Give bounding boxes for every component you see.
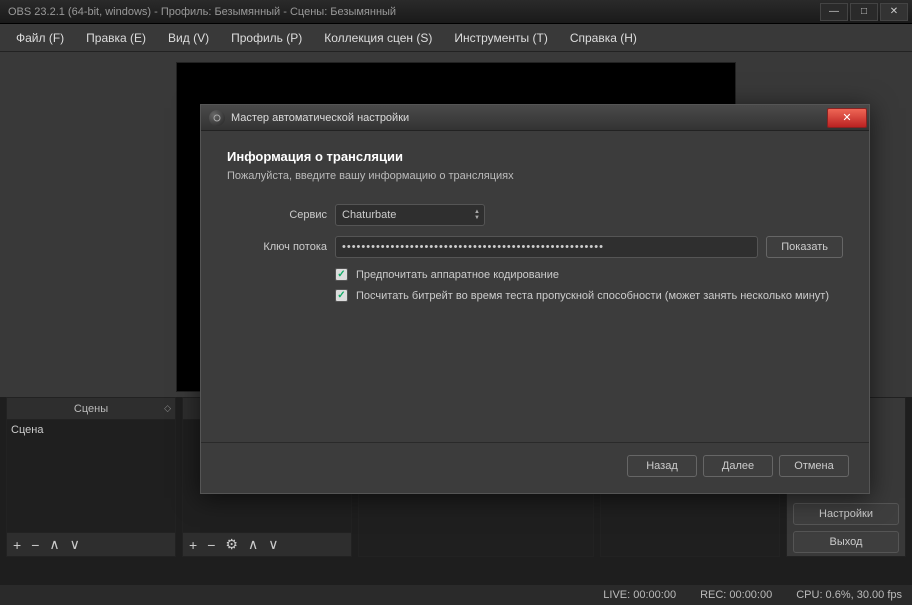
wizard-footer: Назад Далее Отмена	[201, 442, 869, 493]
service-row: Сервис Chaturbate ▲▼	[227, 204, 843, 226]
obs-logo-icon	[209, 110, 225, 126]
service-select[interactable]: Chaturbate ▲▼	[335, 204, 485, 226]
cancel-button[interactable]: Отмена	[779, 455, 849, 477]
minimize-button[interactable]: —	[820, 3, 848, 21]
show-key-button[interactable]: Показать	[766, 236, 843, 258]
dock-scenes-body[interactable]: Сцена	[7, 420, 175, 532]
statusbar: LIVE: 00:00:00 REC: 00:00:00 CPU: 0.6%, …	[0, 585, 912, 605]
close-button[interactable]: ✕	[880, 3, 908, 21]
wizard-title-text: Мастер автоматической настройки	[231, 112, 827, 124]
dock-sources-footer: + − ⚙ ∧ ∨	[183, 532, 351, 556]
remove-scene-button[interactable]: −	[31, 537, 39, 553]
chevron-updown-icon: ▲▼	[474, 209, 480, 221]
stream-key-input[interactable]: ••••••••••••••••••••••••••••••••••••••••…	[335, 236, 758, 258]
window-controls: — □ ✕	[820, 3, 908, 21]
menu-tools[interactable]: Инструменты (T)	[444, 27, 557, 49]
hw-encoding-label: Предпочитать аппаратное кодирование	[356, 269, 559, 281]
back-button[interactable]: Назад	[627, 455, 697, 477]
next-button[interactable]: Далее	[703, 455, 773, 477]
scene-list-item[interactable]: Сцена	[11, 424, 171, 436]
dock-scenes-header: Сцены ◇	[7, 398, 175, 420]
menu-help[interactable]: Справка (H)	[560, 27, 647, 49]
exit-button[interactable]: Выход	[793, 531, 899, 553]
status-rec: REC: 00:00:00	[700, 589, 772, 601]
source-down-button[interactable]: ∨	[268, 536, 278, 553]
maximize-button[interactable]: □	[850, 3, 878, 21]
menu-profile[interactable]: Профиль (P)	[221, 27, 312, 49]
service-selected-value: Chaturbate	[342, 209, 396, 221]
dock-popout-icon[interactable]: ◇	[164, 403, 171, 414]
status-cpu: CPU: 0.6%, 30.00 fps	[796, 589, 902, 601]
bitrate-test-checkbox[interactable]: ✓	[335, 289, 348, 302]
scene-down-button[interactable]: ∨	[70, 536, 80, 553]
wizard-heading: Информация о трансляции	[227, 149, 843, 164]
dock-scenes-title: Сцены	[74, 403, 108, 415]
dock-scenes-footer: + − ∧ ∨	[7, 532, 175, 556]
add-scene-button[interactable]: +	[13, 537, 21, 553]
menu-scene-collection[interactable]: Коллекция сцен (S)	[314, 27, 442, 49]
stream-key-label: Ключ потока	[227, 241, 327, 253]
remove-source-button[interactable]: −	[207, 537, 215, 553]
source-up-button[interactable]: ∧	[248, 536, 258, 553]
bitrate-test-label: Посчитать битрейт во время теста пропуск…	[356, 290, 829, 302]
settings-button[interactable]: Настройки	[793, 503, 899, 525]
window-title: OBS 23.2.1 (64-bit, windows) - Профиль: …	[8, 6, 820, 18]
bitrate-test-row[interactable]: ✓ Посчитать битрейт во время теста пропу…	[335, 289, 843, 302]
service-label: Сервис	[227, 209, 327, 221]
menubar: Файл (F) Правка (E) Вид (V) Профиль (P) …	[0, 24, 912, 52]
auto-config-wizard: Мастер автоматической настройки ✕ Информ…	[200, 104, 870, 494]
source-settings-button[interactable]: ⚙	[225, 536, 238, 553]
wizard-titlebar[interactable]: Мастер автоматической настройки ✕	[201, 105, 869, 131]
menu-view[interactable]: Вид (V)	[158, 27, 219, 49]
menu-edit[interactable]: Правка (E)	[76, 27, 156, 49]
add-source-button[interactable]: +	[189, 537, 197, 553]
wizard-close-button[interactable]: ✕	[827, 108, 867, 128]
wizard-body: Информация о трансляции Пожалуйста, введ…	[201, 131, 869, 322]
window-titlebar: OBS 23.2.1 (64-bit, windows) - Профиль: …	[0, 0, 912, 24]
dock-scenes: Сцены ◇ Сцена + − ∧ ∨	[6, 397, 176, 557]
wizard-subheading: Пожалуйста, введите вашу информацию о тр…	[227, 170, 843, 182]
hw-encoding-checkbox[interactable]: ✓	[335, 268, 348, 281]
stream-key-row: Ключ потока ••••••••••••••••••••••••••••…	[227, 236, 843, 258]
hw-encoding-row[interactable]: ✓ Предпочитать аппаратное кодирование	[335, 268, 843, 281]
menu-file[interactable]: Файл (F)	[6, 27, 74, 49]
stream-key-value: ••••••••••••••••••••••••••••••••••••••••…	[342, 241, 604, 253]
status-live: LIVE: 00:00:00	[603, 589, 676, 601]
scene-up-button[interactable]: ∧	[49, 536, 59, 553]
